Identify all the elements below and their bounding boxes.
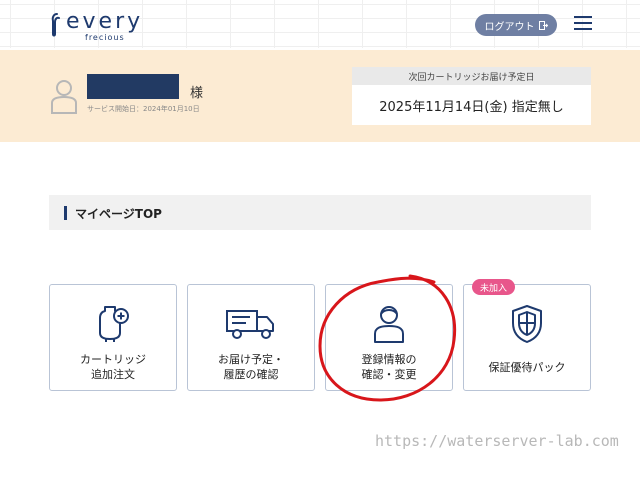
next-delivery-heading: 次回カートリッジお届け予定日 (352, 67, 591, 85)
card-delivery-label: お届け予定・ 履歴の確認 (218, 353, 284, 381)
user-avatar-icon (51, 80, 77, 114)
card-cartridge-label: カートリッジ 追加注文 (80, 353, 146, 381)
user-name-redacted (87, 74, 179, 99)
title-accent-bar (64, 206, 67, 220)
user-icon (374, 306, 404, 343)
next-delivery-date: 2025年11月14日(金) 指定無し (379, 99, 564, 115)
cartridge-add-icon (99, 306, 129, 342)
water-drop-logo-icon (51, 13, 60, 37)
card-registration-label: 登録情報の 確認・変更 (361, 353, 417, 381)
shield-icon (512, 305, 542, 343)
every-logo[interactable]: every frecious (48, 8, 148, 42)
hamburger-menu-icon[interactable] (574, 16, 592, 30)
card-warranty-label: 保証優待パック (488, 361, 566, 374)
logout-icon (538, 20, 548, 30)
logo-text: every (66, 9, 144, 34)
logout-button[interactable]: ログアウト (475, 14, 557, 36)
logout-label: ログアウト (484, 21, 535, 33)
card-registration-info[interactable]: 登録情報の 確認・変更 (325, 284, 453, 391)
page-title: マイページTOP (75, 207, 162, 221)
page-title-bar: マイページTOP (49, 195, 591, 230)
card-cartridge-order[interactable]: カートリッジ 追加注文 (49, 284, 177, 391)
logo-subtext: frecious (85, 33, 125, 42)
next-delivery-box: 次回カートリッジお届け予定日 2025年11月14日(金) 指定無し (352, 67, 591, 125)
site-header: every frecious ログアウト (0, 0, 640, 48)
site-watermark: https://waterserver-lab.com (375, 432, 619, 450)
card-warranty-pack[interactable]: 未加入 保証優待パック (463, 279, 591, 391)
delivery-truck-icon (226, 310, 274, 339)
service-start-date: サービス開始日：2024年01月10日 (87, 105, 200, 113)
card-delivery-history[interactable]: お届け予定・ 履歴の確認 (187, 284, 315, 391)
honorific-label: 様 (190, 86, 204, 101)
status-badge: 未加入 (472, 279, 516, 295)
